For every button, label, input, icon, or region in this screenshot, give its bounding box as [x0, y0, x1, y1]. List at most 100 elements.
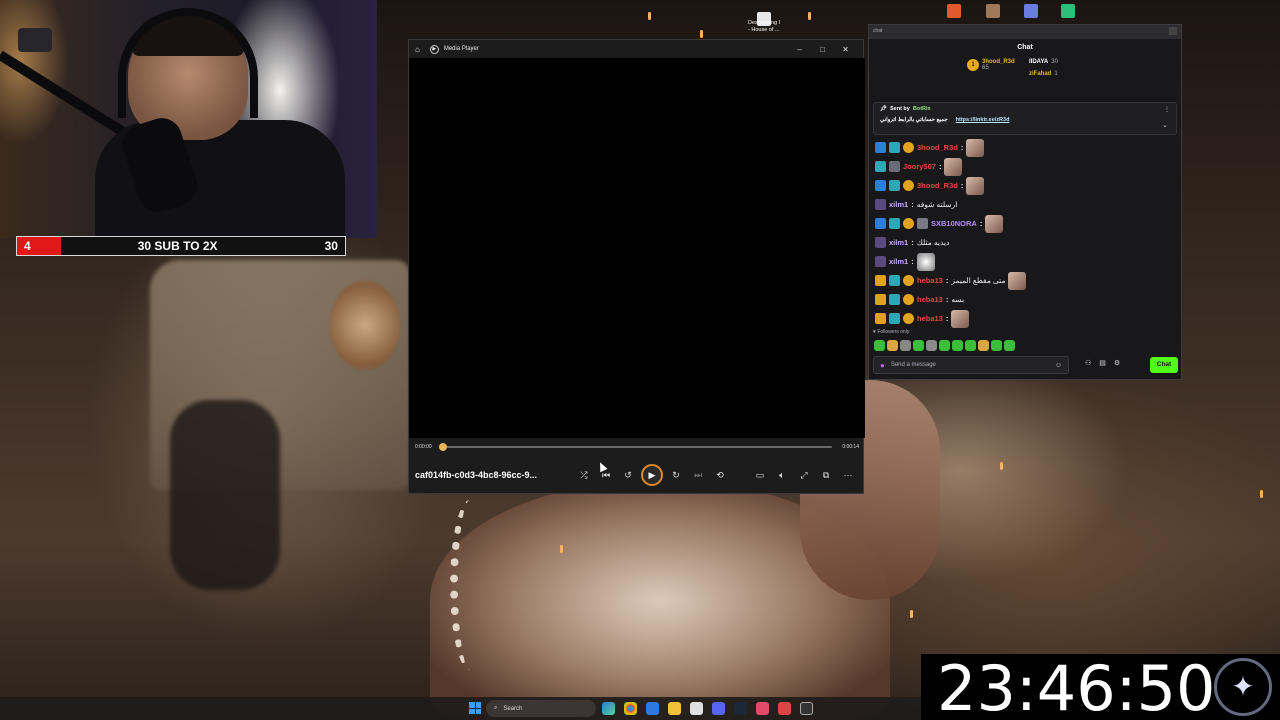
emote-button[interactable]: [900, 340, 911, 351]
subtitles-icon[interactable]: ▭: [749, 470, 771, 481]
emoji-icon[interactable]: ☺: [1055, 362, 1062, 369]
playback-controls: caf014fb-c0d3-4bc8-96cc-9... ⤮ ⏮ ↺ ▶ ↻ ⏭…: [415, 463, 859, 487]
badge-icon: [889, 313, 900, 324]
discord-icon[interactable]: [712, 702, 725, 715]
chat-username[interactable]: Joory507: [903, 162, 936, 171]
chat-username[interactable]: heba13: [917, 276, 943, 285]
play-button[interactable]: ▶: [641, 464, 663, 486]
start-button[interactable]: [469, 702, 481, 714]
mini-player-icon[interactable]: ⧉: [815, 470, 837, 481]
badge-icon: [889, 218, 900, 229]
leaderboard-entry[interactable]: IIDAYA 30: [1029, 59, 1058, 65]
more-options-icon[interactable]: ⋯: [837, 470, 859, 481]
media-player-taskbar-icon[interactable]: [800, 702, 813, 715]
emote-button[interactable]: [926, 340, 937, 351]
maximize-button[interactable]: □: [811, 45, 834, 54]
media-player-titlebar[interactable]: ⌂ ▶ Media Player – □ ✕: [409, 40, 863, 58]
badge-icon: [875, 142, 886, 153]
chat-message[interactable]: heba13: بسه: [875, 290, 1175, 309]
chat-message[interactable]: 3hood_R3d:: [875, 176, 1175, 195]
points-icon[interactable]: ⚇: [1085, 359, 1091, 367]
badge-icon: [889, 142, 900, 153]
pinned-bot-name: BotRix: [912, 106, 931, 112]
chat-username[interactable]: xilm1: [889, 200, 908, 209]
emote-button[interactable]: [952, 340, 963, 351]
chat-username[interactable]: 3hood_R3d: [917, 143, 958, 152]
pinned-link[interactable]: https://linktr.ee/zR3d: [956, 117, 1010, 123]
rewind-10-icon[interactable]: ↺: [617, 470, 639, 481]
emote-button[interactable]: [1004, 340, 1015, 351]
pinned-message[interactable]: 📌︎ Sent by BotRix جميع حساباتي بالرابط ا…: [873, 102, 1177, 135]
badge-icon: [875, 237, 886, 248]
obs-icon[interactable]: [778, 702, 791, 715]
emote-button[interactable]: [913, 340, 924, 351]
chat-message[interactable]: xilm1: ديديه مثلك: [875, 233, 1175, 252]
desktop-app-icon[interactable]: [986, 4, 1000, 18]
volume-icon[interactable]: 🔈︎: [771, 470, 793, 481]
chat-message[interactable]: heba13:: [875, 309, 1175, 328]
chat-send-button[interactable]: Chat: [1150, 357, 1178, 373]
badge-icon: [875, 256, 886, 267]
chat-message[interactable]: SXB10NORA:: [875, 214, 1175, 233]
emote-button[interactable]: [978, 340, 989, 351]
steam-icon[interactable]: [734, 702, 747, 715]
badge-icon: [889, 275, 900, 286]
seek-bar[interactable]: [438, 443, 833, 451]
emote-button[interactable]: [991, 340, 1002, 351]
chat-username[interactable]: xilm1: [889, 257, 908, 266]
emote-button[interactable]: [939, 340, 950, 351]
home-icon[interactable]: ⌂: [415, 45, 420, 54]
chat-username[interactable]: xilm1: [889, 238, 908, 247]
taskbar-search[interactable]: ⌕ Search: [486, 700, 596, 717]
fullscreen-icon[interactable]: ⤢: [793, 470, 815, 481]
desktop-file-label[interactable]: Descending I - House of ...: [748, 20, 780, 34]
emote-button[interactable]: [874, 340, 885, 351]
previous-icon[interactable]: ⏮: [595, 470, 617, 481]
chat-message[interactable]: xilm1:: [875, 252, 1175, 271]
chat-window-close-icon[interactable]: [1169, 27, 1177, 35]
video-area[interactable]: [409, 58, 865, 438]
repeat-off-icon[interactable]: ⟲: [709, 470, 731, 481]
chevron-down-icon[interactable]: ⌄: [1162, 121, 1168, 129]
seek-thumb[interactable]: [438, 443, 447, 451]
desktop-app-icon[interactable]: [947, 4, 961, 18]
chat-panel: chat Chat 1 3hood_R3d 65 IIDAYA 30 ziFah…: [868, 24, 1182, 380]
next-icon[interactable]: ⏭: [687, 470, 709, 481]
shuffle-icon[interactable]: ⤮: [573, 470, 595, 481]
copilot-icon[interactable]: [602, 702, 615, 715]
emote-button[interactable]: [965, 340, 976, 351]
emote-button[interactable]: [887, 340, 898, 351]
calendar-icon[interactable]: [690, 702, 703, 715]
chat-message[interactable]: heba13: متى مقطع الميمز: [875, 271, 1175, 290]
chat-message[interactable]: xilm1: ارسلته شوفه: [875, 195, 1175, 214]
leaderboard-entry[interactable]: ziFahad 1: [1029, 71, 1058, 77]
chat-username[interactable]: heba13: [917, 314, 943, 323]
close-button[interactable]: ✕: [834, 45, 857, 54]
chat-text: ارسلته شوفه: [916, 200, 958, 209]
edge-icon[interactable]: [646, 702, 659, 715]
minimize-button[interactable]: –: [788, 45, 811, 54]
quick-emote-bar: [874, 340, 1015, 351]
chat-window-bar[interactable]: chat: [869, 25, 1181, 39]
chat-input[interactable]: ● Send a message ☺: [873, 356, 1069, 374]
chrome-icon[interactable]: [624, 702, 637, 715]
file-explorer-icon[interactable]: [668, 702, 681, 715]
badge-icon: [903, 218, 914, 229]
chat-message[interactable]: 3hood_R3d:: [875, 138, 1175, 157]
settings-icon[interactable]: ⚙: [1114, 359, 1120, 367]
mic-icon[interactable]: ●: [880, 361, 885, 370]
badge-icon: [903, 294, 914, 305]
chat-username[interactable]: 3hood_R3d: [917, 181, 958, 190]
app-icon[interactable]: [756, 702, 769, 715]
spark: [700, 30, 703, 38]
unpin-icon[interactable]: ⋮: [1164, 106, 1170, 113]
leader-points: 30: [1051, 59, 1058, 65]
gift-icon[interactable]: ▤: [1099, 359, 1106, 367]
leaderboard-entry[interactable]: 1 3hood_R3d 65: [967, 59, 1015, 71]
chat-username[interactable]: heba13: [917, 295, 943, 304]
chat-username[interactable]: SXB10NORA: [931, 219, 977, 228]
forward-30-icon[interactable]: ↻: [665, 470, 687, 481]
desktop-app-icon[interactable]: [1061, 4, 1075, 18]
desktop-app-icon[interactable]: [1024, 4, 1038, 18]
chat-message[interactable]: Joory507:: [875, 157, 1175, 176]
